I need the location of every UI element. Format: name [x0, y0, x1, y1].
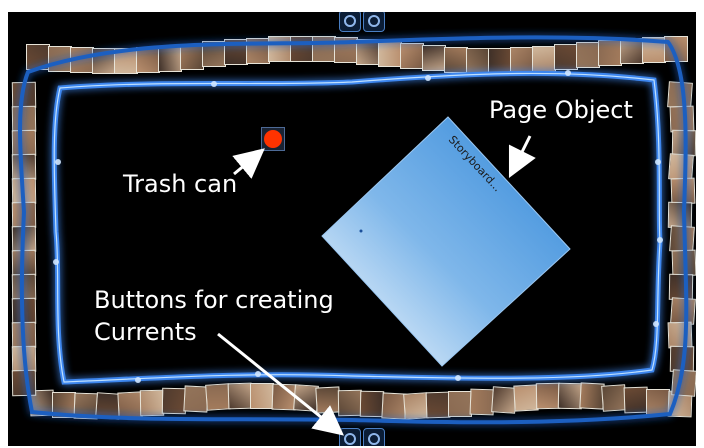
tabletop-app: Storyboard... Page Object Trash can Butt…: [0, 0, 704, 448]
annotation-trash-can: Trash can: [123, 170, 238, 198]
annotation-buttons-line2: Currents: [94, 318, 197, 346]
buttons-arrow: [217, 332, 345, 436]
page-object-arrow: [508, 135, 536, 179]
trash-can-arrow: [232, 148, 265, 179]
tabletop-surface: Storyboard... Page Object Trash can Butt…: [8, 12, 696, 446]
annotation-page-object: Page Object: [489, 96, 633, 124]
annotation-arrows: [217, 135, 536, 436]
annotation-buttons-line1: Buttons for creating: [94, 286, 334, 314]
